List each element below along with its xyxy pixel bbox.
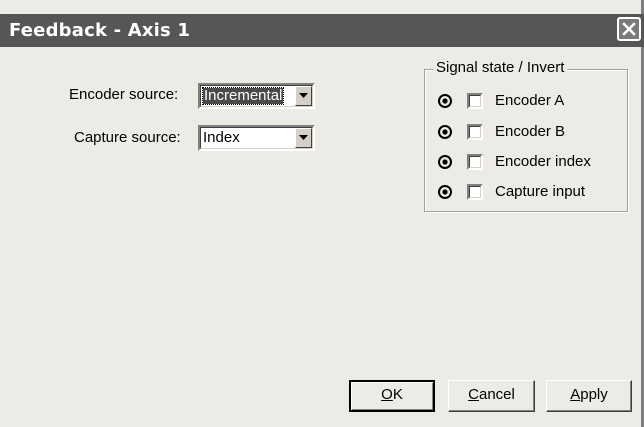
cancel-label-rest: ancel: [478, 386, 515, 403]
invert-checkbox-capture-input[interactable]: [467, 184, 483, 200]
invert-checkbox-encoder-b[interactable]: [467, 124, 483, 140]
signal-state-group-title: Signal state / Invert: [433, 59, 568, 77]
ok-accel: O: [381, 386, 393, 403]
window-title: Feedback - Axis 1: [9, 20, 191, 41]
signal-label: Encoder A: [495, 92, 565, 109]
capture-source-select[interactable]: Index: [198, 125, 315, 151]
invert-checkbox-encoder-index[interactable]: [467, 154, 483, 170]
invert-checkbox-encoder-a[interactable]: [467, 93, 483, 109]
ok-label-rest: K: [392, 386, 403, 403]
signal-label: Capture input: [495, 183, 586, 200]
close-button[interactable]: [617, 17, 641, 41]
cancel-button[interactable]: Cancel: [448, 380, 535, 412]
signal-label: Encoder B: [495, 123, 566, 140]
capture-source-dropdown-button[interactable]: [295, 128, 312, 148]
dialog-body: Encoder source: Incremental Capture sour…: [0, 47, 641, 427]
chevron-down-icon: [299, 93, 308, 98]
encoder-source-select[interactable]: Incremental: [198, 83, 315, 109]
radio-selected-icon: [438, 125, 452, 139]
radio-selected-icon: [438, 94, 452, 108]
apply-button[interactable]: Apply: [546, 380, 632, 412]
encoder-source-dropdown-button[interactable]: [295, 86, 312, 106]
apply-accel: A: [570, 386, 581, 403]
radio-selected-icon: [438, 185, 452, 199]
cancel-accel: C: [468, 386, 479, 403]
encoder-source-value: Incremental: [201, 87, 285, 105]
ok-button[interactable]: OK: [349, 380, 435, 412]
radio-selected-icon: [438, 155, 452, 169]
capture-source-label: Capture source:: [74, 129, 181, 146]
encoder-source-label: Encoder source:: [69, 86, 179, 103]
capture-source-value: Index: [203, 130, 240, 146]
signal-label: Encoder index: [495, 153, 591, 170]
title-bar[interactable]: Feedback - Axis 1: [0, 14, 644, 47]
chevron-down-icon: [299, 135, 308, 140]
apply-label-rest: pply: [580, 386, 608, 403]
close-icon: [622, 22, 636, 36]
feedback-dialog: Feedback - Axis 1 Encoder source: Increm…: [0, 0, 644, 427]
